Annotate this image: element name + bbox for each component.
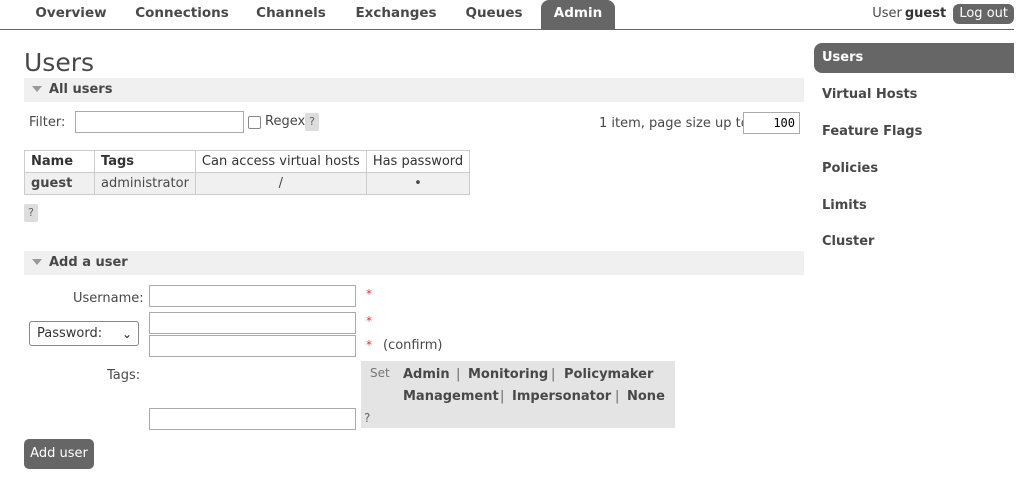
tag-presets-box: Set Admin | Monitoring | Policymaker Man…	[361, 361, 675, 428]
add-user-button[interactable]: Add user	[24, 439, 94, 469]
username-label: Username:	[73, 291, 144, 306]
page-size-input[interactable]	[743, 112, 800, 134]
tag-impersonator-link[interactable]: Impersonator	[512, 389, 611, 404]
add-user-header-label: Add a user	[49, 255, 128, 270]
tab-exchanges[interactable]: Exchanges	[345, 0, 447, 29]
table-help-icon[interactable]: ?	[24, 204, 38, 222]
sidebar-item-limits[interactable]: Limits	[814, 191, 1014, 221]
sidebar-item-users[interactable]: Users	[814, 43, 1014, 73]
filter-input[interactable]	[75, 111, 244, 133]
chevron-down-icon: ⌄	[121, 327, 132, 341]
tab-connections[interactable]: Connections	[127, 0, 237, 29]
tag-separator: |	[500, 389, 505, 404]
sidebar-item-feature-flags[interactable]: Feature Flags	[814, 117, 1014, 147]
user-label: User	[872, 6, 902, 21]
password-confirm-input[interactable]	[149, 335, 356, 357]
tab-channels[interactable]: Channels	[247, 0, 335, 29]
page-title: Users	[24, 48, 95, 77]
regex-help-icon[interactable]: ?	[305, 113, 319, 131]
column-header-vhosts[interactable]: Can access virtual hosts	[194, 150, 367, 173]
all-users-header-label: All users	[49, 82, 113, 97]
user-name: guest	[904, 6, 947, 21]
user-name-cell[interactable]: guest	[24, 172, 95, 195]
tag-admin-link[interactable]: Admin	[403, 367, 450, 382]
password-input[interactable]	[149, 312, 356, 334]
tags-help-icon[interactable]: ?	[364, 411, 370, 425]
table-row[interactable]: guest administrator / •	[24, 172, 471, 195]
collapse-triangle-icon	[32, 86, 42, 92]
paging-text: 1 item, page size up to	[599, 116, 749, 131]
column-header-tags[interactable]: Tags	[94, 150, 196, 173]
column-header-has-password[interactable]: Has password	[365, 150, 471, 173]
top-nav: Overview Connections Channels Exchanges …	[0, 0, 1014, 30]
tab-overview[interactable]: Overview	[24, 0, 118, 29]
tag-separator: |	[456, 367, 461, 382]
required-mark: *	[366, 338, 372, 352]
collapse-triangle-icon	[32, 259, 42, 265]
confirm-label: (confirm)	[383, 338, 443, 353]
tags-label: Tags:	[107, 368, 141, 383]
sidebar-item-cluster[interactable]: Cluster	[814, 227, 1014, 257]
column-header-name[interactable]: Name	[24, 150, 95, 173]
user-tags-cell: administrator	[94, 172, 196, 195]
user-area: User guest Log out	[872, 4, 1014, 24]
user-vhosts-cell: /	[194, 172, 367, 195]
tag-none-link[interactable]: None	[627, 389, 665, 404]
required-mark: *	[366, 314, 372, 328]
tag-separator: |	[551, 367, 556, 382]
regex-checkbox[interactable]	[248, 116, 261, 129]
set-label: Set	[370, 366, 390, 380]
username-input[interactable]	[149, 285, 356, 307]
logout-button[interactable]: Log out	[953, 4, 1014, 24]
tab-queues[interactable]: Queues	[455, 0, 533, 29]
required-mark: *	[366, 287, 372, 301]
sidebar-item-policies[interactable]: Policies	[814, 154, 1014, 184]
regex-label: Regex	[265, 114, 306, 129]
password-type-select[interactable]: Password: ⌄	[29, 321, 139, 346]
tag-separator: |	[615, 389, 620, 404]
filter-label: Filter:	[29, 115, 66, 130]
password-select-value: Password:	[37, 326, 103, 341]
all-users-section-header[interactable]: All users	[24, 78, 804, 102]
sidebar-item-virtual-hosts[interactable]: Virtual Hosts	[814, 80, 1014, 110]
tag-management-link[interactable]: Management	[403, 389, 499, 404]
tag-policymaker-link[interactable]: Policymaker	[564, 367, 653, 382]
tags-input[interactable]	[149, 408, 356, 430]
add-user-section-header[interactable]: Add a user	[24, 251, 804, 275]
user-has-password-cell: •	[365, 172, 471, 195]
users-table: Name Tags Can access virtual hosts Has p…	[24, 150, 471, 195]
tag-monitoring-link[interactable]: Monitoring	[468, 367, 548, 382]
tab-admin[interactable]: Admin	[541, 0, 615, 29]
